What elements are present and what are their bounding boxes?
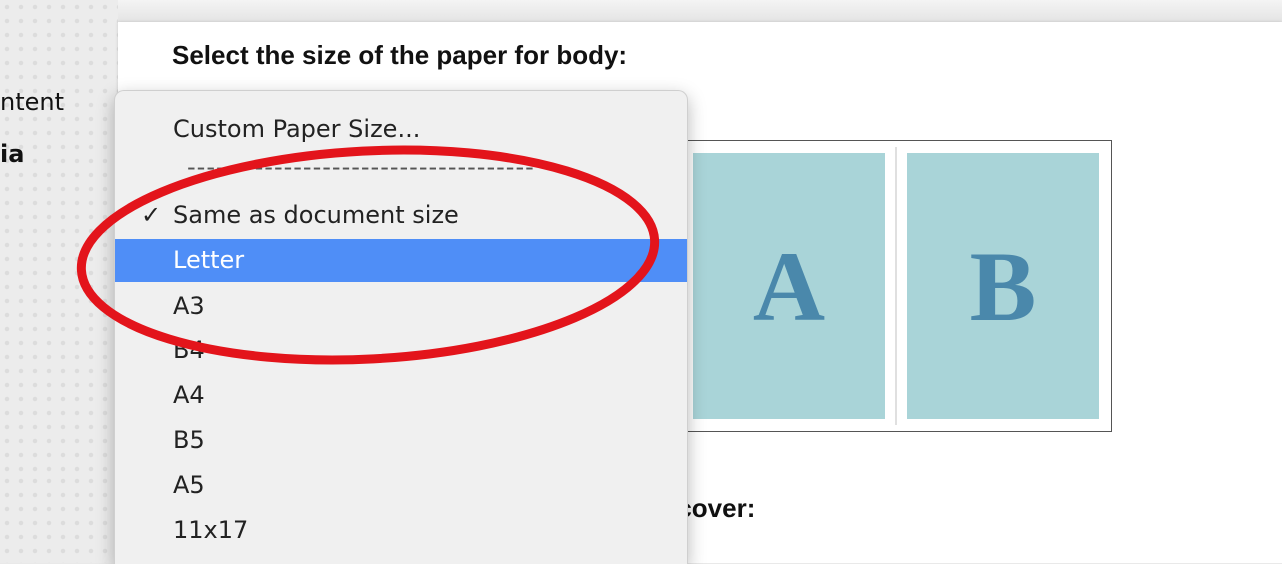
menu-item-custom-paper-size[interactable]: Custom Paper Size... <box>115 108 687 151</box>
menu-item-label: A5 <box>173 471 205 499</box>
menu-item-label: Custom Paper Size... <box>173 115 421 143</box>
page-layout-preview: A B <box>682 140 1112 432</box>
paper-size-dropdown-menu[interactable]: Custom Paper Size... -------------------… <box>114 90 688 564</box>
preview-page-b: B <box>907 153 1099 419</box>
sidebar-item-media[interactable]: ia <box>0 140 24 168</box>
checkmark-icon: ✓ <box>141 201 162 229</box>
menu-item-label: 11x17 <box>173 516 249 544</box>
sidebar-item-content[interactable]: ntent <box>0 88 64 116</box>
body-paper-size-heading: Select the size of the paper for body: <box>172 40 628 70</box>
menu-item-label: B4 <box>173 336 205 364</box>
menu-item-label: Same as document size <box>173 201 459 229</box>
menu-item-a4[interactable]: A4 <box>115 374 687 417</box>
panel-top-edge <box>118 0 1282 22</box>
menu-item-b4[interactable]: B4 <box>115 329 687 372</box>
menu-item-label: A4 <box>173 381 205 409</box>
page-letter-b: B <box>969 230 1037 342</box>
menu-item-label: Letter <box>173 246 245 274</box>
menu-item-a3[interactable]: A3 <box>115 285 687 328</box>
page-letter-a: A <box>752 230 826 342</box>
sidebar-lower-background <box>0 474 118 563</box>
menu-separator: ------------------------------------ <box>187 155 535 179</box>
menu-item-a5[interactable]: A5 <box>115 464 687 507</box>
menu-item-letter[interactable]: Letter <box>115 239 687 282</box>
menu-item-11x17[interactable]: 11x17 <box>115 509 687 552</box>
preview-divider <box>895 147 897 425</box>
menu-item-label: A3 <box>173 292 205 320</box>
menu-item-label: B5 <box>173 426 205 454</box>
menu-item-b5[interactable]: B5 <box>115 419 687 462</box>
sidebar-item-label: ntent <box>0 88 65 116</box>
sidebar-item-label: ia <box>0 140 25 168</box>
menu-item-same-as-document[interactable]: ✓ Same as document size <box>115 194 687 237</box>
preview-page-a: A <box>693 153 885 419</box>
